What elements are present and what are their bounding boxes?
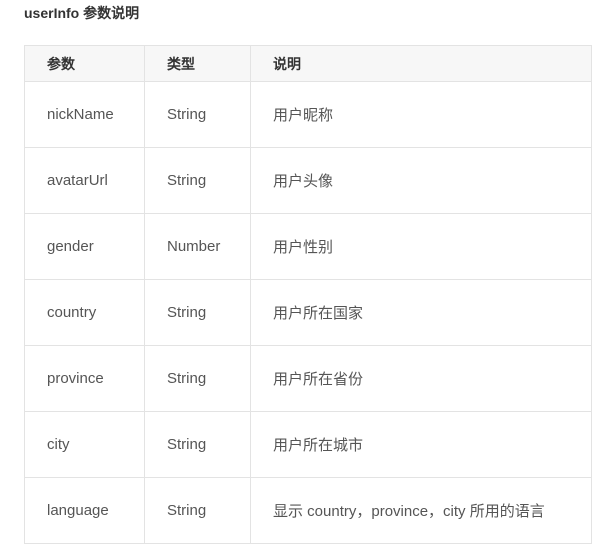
section-title: userInfo 参数说明 xyxy=(24,5,140,21)
cell-description: 用户头像 xyxy=(250,147,592,214)
params-table: 参数 类型 说明 nickName String 用户昵称 avatarUrl … xyxy=(24,45,592,544)
table-header-row: 参数 类型 说明 xyxy=(24,45,592,82)
table-row: province String 用户所在省份 xyxy=(24,345,592,412)
cell-param: gender xyxy=(24,213,145,280)
cell-type: Number xyxy=(144,213,251,280)
cell-type: String xyxy=(144,147,251,214)
cell-type: String xyxy=(144,411,251,478)
cell-type: String xyxy=(144,345,251,412)
cell-description: 显示 country，province，city 所用的语言 xyxy=(250,477,592,544)
cell-param: country xyxy=(24,279,145,346)
header-param: 参数 xyxy=(24,45,145,82)
cell-description: 用户所在省份 xyxy=(250,345,592,412)
cell-param: province xyxy=(24,345,145,412)
cell-param: language xyxy=(24,477,145,544)
cell-type: String xyxy=(144,81,251,148)
header-description: 说明 xyxy=(250,45,592,82)
cell-description: 用户所在城市 xyxy=(250,411,592,478)
table-row: city String 用户所在城市 xyxy=(24,411,592,478)
cell-description: 用户性别 xyxy=(250,213,592,280)
table-row: gender Number 用户性别 xyxy=(24,213,592,280)
header-type: 类型 xyxy=(144,45,251,82)
cell-type: String xyxy=(144,279,251,346)
cell-param: avatarUrl xyxy=(24,147,145,214)
cell-description: 用户昵称 xyxy=(250,81,592,148)
cell-type: String xyxy=(144,477,251,544)
table-row: nickName String 用户昵称 xyxy=(24,81,592,148)
cell-param: city xyxy=(24,411,145,478)
cell-description: 用户所在国家 xyxy=(250,279,592,346)
table-row: country String 用户所在国家 xyxy=(24,279,592,346)
table-row: language String 显示 country，province，city… xyxy=(24,477,592,544)
cell-param: nickName xyxy=(24,81,145,148)
table-row: avatarUrl String 用户头像 xyxy=(24,147,592,214)
